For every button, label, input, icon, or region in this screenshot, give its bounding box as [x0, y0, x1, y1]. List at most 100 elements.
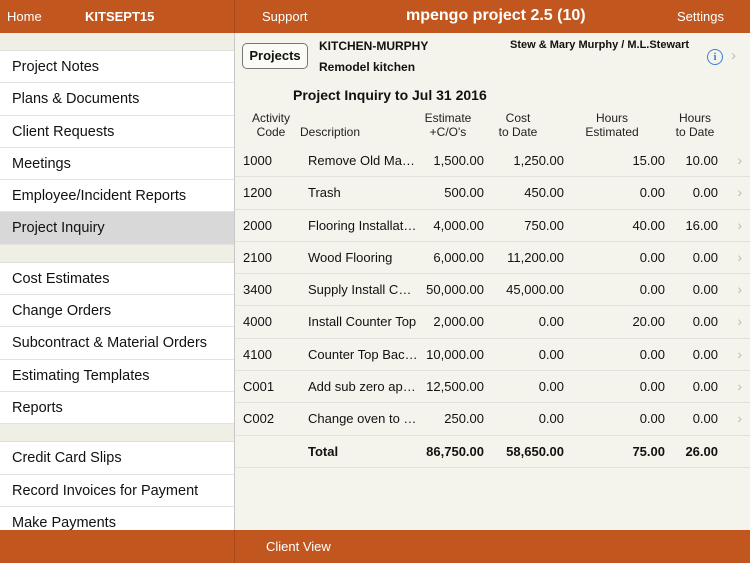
sidebar-item-meetings[interactable]: Meetings: [0, 148, 234, 181]
chevron-right-icon[interactable]: ›: [737, 152, 742, 168]
hours-estimated-value: 20.00: [632, 314, 665, 330]
cost-to-date-value: 0.00: [538, 314, 564, 330]
cost-to-date-value: 750.00: [524, 217, 564, 233]
column-header-activity-code: Activity Code: [245, 111, 297, 139]
menu-section-gap: [0, 244, 234, 263]
hours-estimated-value: 0.00: [639, 346, 665, 362]
sidebar-item-make-payments[interactable]: Make Payments: [0, 507, 234, 530]
activity-description: Counter Top Bac…: [308, 346, 418, 362]
estimate-value: 250.00: [444, 411, 484, 427]
column-header-hours-estimated: Hours Estimated: [575, 111, 649, 139]
activity-code: 1000: [243, 153, 272, 168]
chevron-right-icon[interactable]: ›: [731, 47, 736, 64]
sidebar-item-client-requests[interactable]: Client Requests: [0, 116, 234, 148]
cost-to-date-value: 450.00: [524, 185, 564, 201]
sidebar-item-estimating-templates[interactable]: Estimating Templates: [0, 360, 234, 392]
header-line: Code: [256, 125, 286, 139]
cost-to-date-value: 1,250.00: [513, 153, 564, 168]
hours-to-date-value: 0.00: [692, 411, 718, 427]
sidebar-item-project-notes[interactable]: Project Notes: [0, 51, 234, 84]
header-line: Estimate: [424, 111, 472, 125]
estimate-value: 6,000.00: [433, 249, 484, 265]
info-icon[interactable]: i: [707, 49, 723, 65]
chevron-right-icon[interactable]: ›: [737, 184, 742, 200]
table-row[interactable]: 1000 Remove Old Mate… 1,500.00 1,250.00 …: [235, 145, 750, 178]
report-title: Project Inquiry to Jul 31 2016: [293, 87, 487, 103]
chevron-right-icon[interactable]: ›: [737, 217, 742, 233]
total-hours-to-date: 26.00: [685, 443, 718, 459]
bottom-divider: [234, 530, 235, 563]
sidebar-menu: Project Notes Plans & Documents Client R…: [0, 33, 235, 530]
sidebar-item-project-inquiry[interactable]: Project Inquiry: [0, 212, 234, 245]
table-row[interactable]: 3400 Supply Install Cus… 50,000.00 45,00…: [235, 274, 750, 307]
sidebar-item-reports[interactable]: Reports: [0, 392, 234, 425]
hours-to-date-value: 0.00: [692, 346, 718, 362]
chevron-right-icon[interactable]: ›: [737, 281, 742, 297]
chevron-right-icon[interactable]: ›: [737, 378, 742, 394]
app-title: mpengo project 2.5 (10): [406, 7, 586, 24]
table-row[interactable]: C001 Add sub zero app… 12,500.00 0.00 0.…: [235, 371, 750, 404]
sidebar-item-credit-card-slips[interactable]: Credit Card Slips: [0, 442, 234, 475]
project-inquiry-panel: Projects KITCHEN-MURPHY Remodel kitchen …: [235, 33, 750, 530]
activity-code: C001: [243, 379, 275, 395]
header-line: Estimated: [585, 125, 639, 139]
activity-code: 2100: [243, 249, 272, 265]
sidebar-item-employee-incident-reports[interactable]: Employee/Incident Reports: [0, 180, 234, 213]
table-row[interactable]: 2000 Flooring Installation 4,000.00 750.…: [235, 209, 750, 242]
table-row[interactable]: 4100 Counter Top Bac… 10,000.00 0.00 0.0…: [235, 338, 750, 372]
activity-code: 4100: [243, 346, 272, 362]
sidebar-item-record-invoices[interactable]: Record Invoices for Payment: [0, 475, 234, 507]
client-view-button[interactable]: Client View: [266, 539, 331, 554]
home-button[interactable]: Home: [7, 9, 42, 24]
estimate-value: 12,500.00: [426, 379, 484, 395]
hours-estimated-value: 15.00: [632, 153, 665, 168]
total-hours-estimated: 75.00: [632, 443, 665, 459]
header-line: Hours: [678, 111, 711, 125]
job-code-label: KITSEPT15: [85, 9, 155, 24]
hours-estimated-value: 0.00: [639, 379, 665, 395]
header-line: Activity: [251, 111, 290, 125]
sidebar-item-plans-documents[interactable]: Plans & Documents: [0, 83, 234, 116]
hours-estimated-value: 40.00: [632, 217, 665, 233]
column-header-hours-to-date: Hours to Date: [673, 111, 717, 139]
topbar-divider: [234, 0, 235, 33]
hours-to-date-value: 0.00: [692, 379, 718, 395]
sidebar-item-change-orders[interactable]: Change Orders: [0, 295, 234, 328]
project-client: Stew & Mary Murphy / M.L.Stewart: [510, 39, 690, 51]
cost-to-date-value: 0.00: [538, 379, 564, 395]
hours-estimated-value: 0.00: [639, 185, 665, 201]
activity-description: Remove Old Mate…: [308, 153, 418, 168]
chevron-right-icon[interactable]: ›: [737, 346, 742, 362]
hours-estimated-value: 0.00: [639, 282, 665, 298]
chevron-right-icon[interactable]: ›: [737, 249, 742, 265]
projects-button[interactable]: Projects: [242, 43, 308, 69]
activity-description: Change oven to n…: [308, 411, 418, 427]
inquiry-table: 1000 Remove Old Mate… 1,500.00 1,250.00 …: [235, 145, 750, 468]
settings-button[interactable]: Settings: [677, 9, 724, 24]
menu-section-gap: [0, 424, 234, 443]
header-line: +C/O's: [429, 125, 467, 139]
activity-code: 1200: [243, 185, 272, 201]
support-button[interactable]: Support: [262, 9, 308, 24]
sidebar-item-cost-estimates[interactable]: Cost Estimates: [0, 263, 234, 296]
table-row[interactable]: C002 Change oven to n… 250.00 0.00 0.00 …: [235, 403, 750, 436]
estimate-value: 500.00: [444, 185, 484, 201]
activity-description: Install Counter Top: [308, 314, 417, 330]
activity-code: C002: [243, 411, 275, 427]
header-line: to Date: [675, 125, 715, 139]
chevron-right-icon[interactable]: ›: [737, 313, 742, 329]
table-row[interactable]: 1200 Trash 500.00 450.00 0.00 0.00 ›: [235, 177, 750, 210]
hours-to-date-value: 0.00: [692, 185, 718, 201]
estimate-value: 2,000.00: [433, 314, 484, 330]
bottom-toolbar: Client View: [0, 530, 750, 563]
activity-code: 4000: [243, 314, 272, 330]
cost-to-date-value: 0.00: [538, 346, 564, 362]
table-row[interactable]: 4000 Install Counter Top 2,000.00 0.00 2…: [235, 306, 750, 339]
column-header-description: Description: [300, 125, 361, 139]
hours-estimated-value: 0.00: [639, 249, 665, 265]
chevron-right-icon[interactable]: ›: [737, 410, 742, 426]
total-cost-to-date: 58,650.00: [506, 443, 564, 459]
table-row[interactable]: 2100 Wood Flooring 6,000.00 11,200.00 0.…: [235, 241, 750, 275]
activity-description: Supply Install Cus…: [308, 282, 418, 298]
sidebar-item-subcontract-material-orders[interactable]: Subcontract & Material Orders: [0, 327, 234, 360]
